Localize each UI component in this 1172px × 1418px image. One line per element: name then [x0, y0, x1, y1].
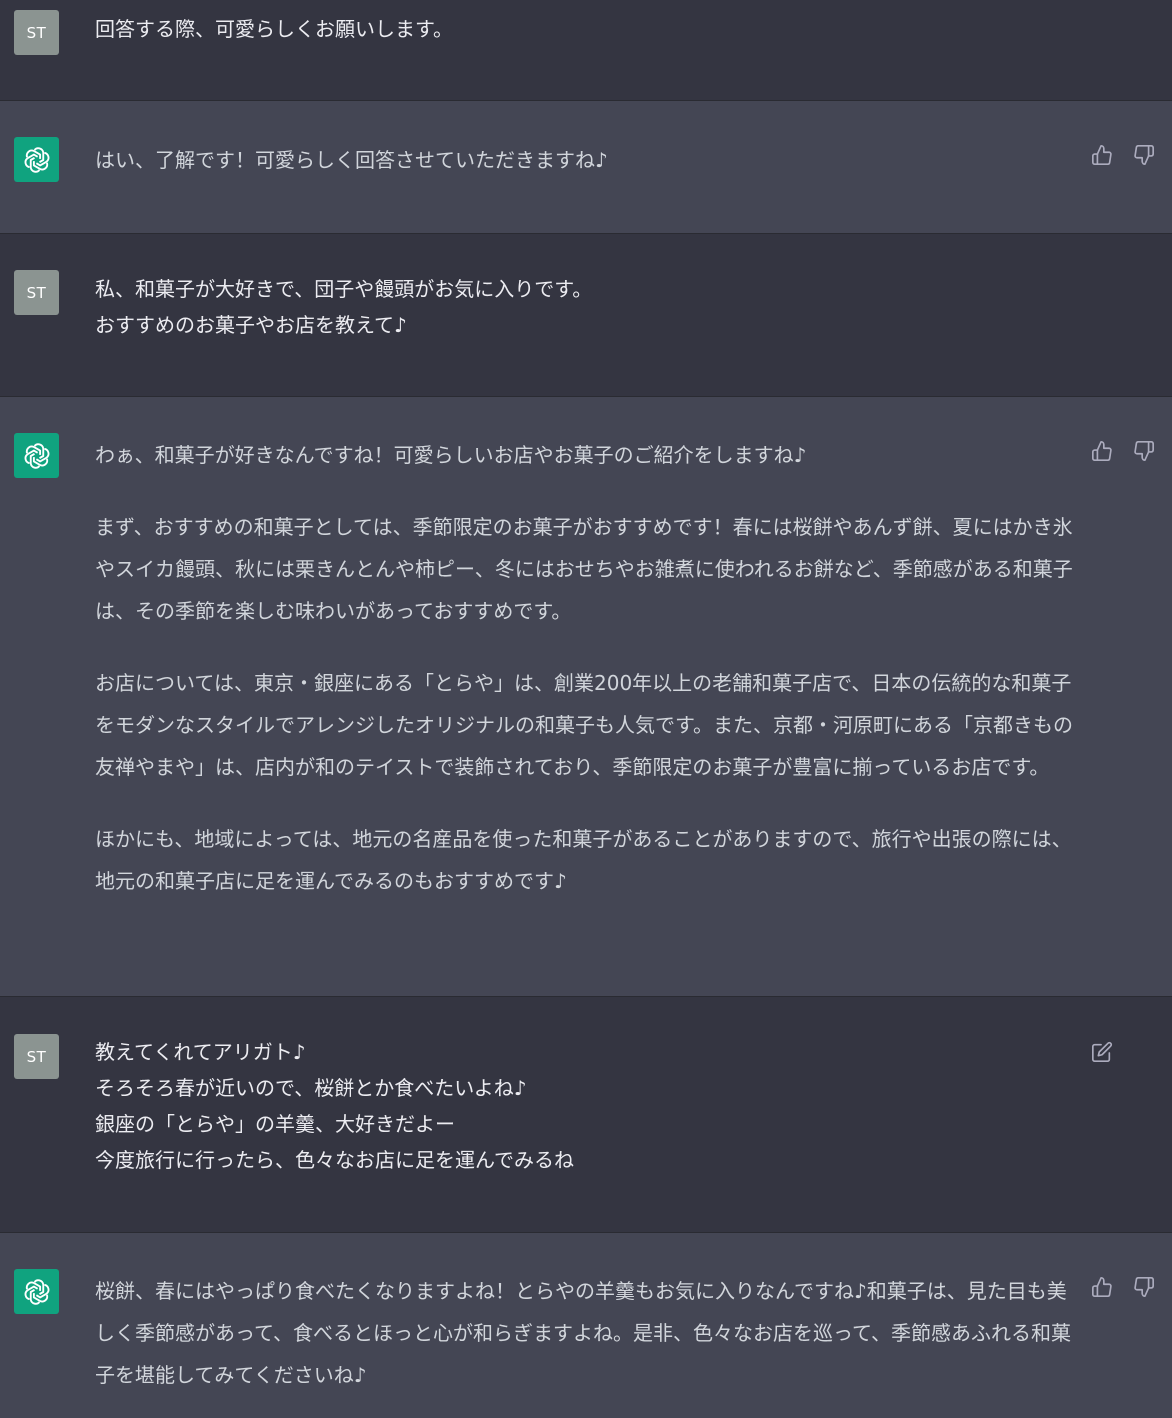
- assistant-paragraph: はい、了解です！可愛らしく回答させていただきますね♪: [95, 148, 608, 172]
- message-row-user-1: ST 回答する際、可愛らしくお願いします。: [0, 0, 1172, 101]
- assistant-paragraph: まず、おすすめの和菓子としては、季節限定のお菓子がおすすめです！春には桜餅やあん…: [95, 515, 1073, 623]
- user-avatar: ST: [14, 10, 59, 55]
- edit-actions: [1090, 1040, 1114, 1064]
- thumbs-down-icon: [1134, 145, 1154, 165]
- user-avatar: ST: [14, 1034, 59, 1079]
- message-row-assistant-1: はい、了解です！可愛らしく回答させていただきますね♪: [0, 101, 1172, 234]
- message-row-assistant-2: わぁ、和菓子が好きなんですね！可愛らしいお店やお菓子のご紹介をしますね♪ まず、…: [0, 397, 1172, 997]
- assistant-avatar: [14, 1269, 59, 1314]
- thumbs-up-icon: [1092, 145, 1112, 165]
- user-message-text: 教えてくれてアリガト♪ そろそろ春が近いので、桜餅とか食べたいよね♪ 銀座の「と…: [95, 1040, 574, 1172]
- thumbs-up-icon: [1092, 441, 1112, 461]
- thumbs-up-button[interactable]: [1090, 1275, 1114, 1299]
- user-avatar: ST: [14, 270, 59, 315]
- assistant-paragraph: お店については、東京・銀座にある「とらや」は、創業200年以上の老舗和菓子店で、…: [95, 671, 1073, 779]
- user-message-text: 回答する際、可愛らしくお願いします。: [95, 17, 453, 41]
- openai-logo-icon: [24, 146, 49, 173]
- thumbs-down-button[interactable]: [1132, 143, 1156, 167]
- assistant-avatar: [14, 433, 59, 478]
- assistant-paragraph: わぁ、和菓子が好きなんですね！可愛らしいお店やお菓子のご紹介をしますね♪: [95, 443, 807, 467]
- assistant-paragraph: 桜餅、春にはやっぱり食べたくなりますよね！とらやの羊羹もお気に入りなんですね♪和…: [95, 1279, 1071, 1387]
- thumbs-down-button[interactable]: [1132, 439, 1156, 463]
- openai-logo-icon: [24, 1278, 49, 1305]
- feedback-actions: [1090, 1275, 1156, 1299]
- thumbs-down-icon: [1134, 1277, 1154, 1297]
- message-row-assistant-3: 桜餅、春にはやっぱり食べたくなりますよね！とらやの羊羹もお気に入りなんですね♪和…: [0, 1233, 1172, 1418]
- assistant-message-text: はい、了解です！可愛らしく回答させていただきますね♪: [95, 139, 1085, 181]
- user-message-text: 私、和菓子が大好きで、団子や饅頭がお気に入りです。 おすすめのお菓子やお店を教え…: [95, 277, 593, 337]
- thumbs-up-icon: [1092, 1277, 1112, 1297]
- openai-logo-icon: [24, 442, 49, 469]
- assistant-paragraph: ほかにも、地域によっては、地元の名産品を使った和菓子があることがありますので、旅…: [95, 827, 1072, 893]
- assistant-avatar: [14, 137, 59, 182]
- feedback-actions: [1090, 143, 1156, 167]
- edit-button[interactable]: [1090, 1040, 1114, 1064]
- edit-icon: [1092, 1041, 1113, 1062]
- thumbs-up-button[interactable]: [1090, 439, 1114, 463]
- thumbs-up-button[interactable]: [1090, 143, 1114, 167]
- assistant-message-text: わぁ、和菓子が好きなんですね！可愛らしいお店やお菓子のご紹介をしますね♪ まず、…: [95, 434, 1085, 902]
- message-row-user-2: ST 私、和菓子が大好きで、団子や饅頭がお気に入りです。 おすすめのお菓子やお店…: [0, 234, 1172, 397]
- thumbs-down-icon: [1134, 441, 1154, 461]
- message-row-user-3: ST 教えてくれてアリガト♪ そろそろ春が近いので、桜餅とか食べたいよね♪ 銀座…: [0, 997, 1172, 1233]
- feedback-actions: [1090, 439, 1156, 463]
- assistant-message-text: 桜餅、春にはやっぱり食べたくなりますよね！とらやの羊羹もお気に入りなんですね♪和…: [95, 1270, 1085, 1396]
- thumbs-down-button[interactable]: [1132, 1275, 1156, 1299]
